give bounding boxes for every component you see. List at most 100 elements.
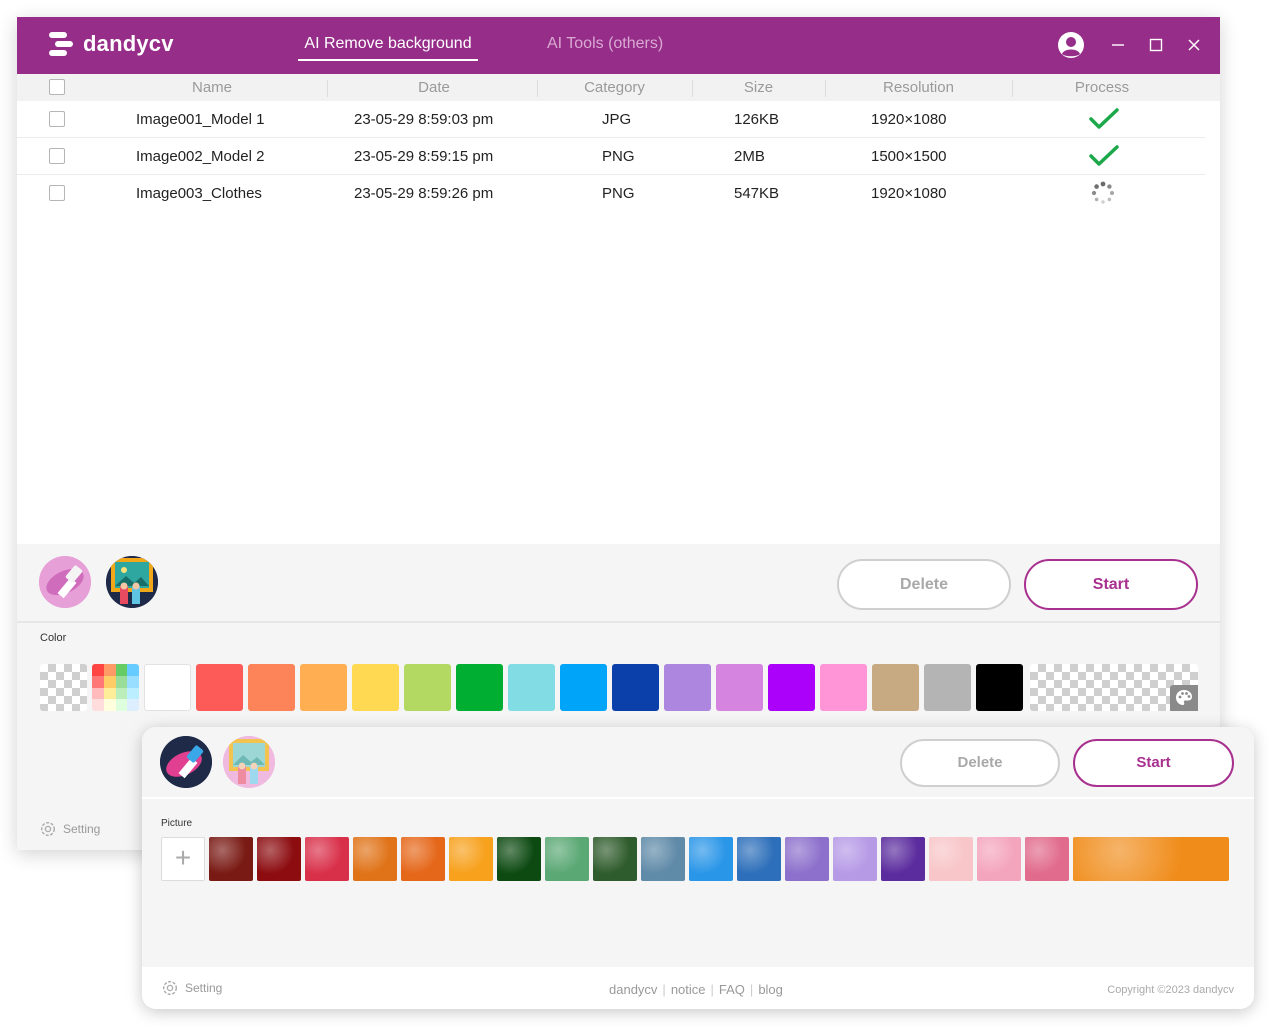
file-category: JPG [602, 111, 632, 128]
select-all-checkbox[interactable] [49, 79, 65, 95]
swatch-white[interactable] [144, 664, 191, 711]
swatch-pink[interactable] [820, 664, 867, 711]
paint-brush-icon [39, 556, 91, 608]
picture-lavender-smoke[interactable] [833, 837, 877, 881]
picture-pink-blossom[interactable] [977, 837, 1021, 881]
swatch-black[interactable] [976, 664, 1023, 711]
picture-purple-bokeh[interactable] [785, 837, 829, 881]
row-checkbox[interactable] [49, 148, 65, 164]
footer-link-dandycv[interactable]: dandycv [604, 982, 662, 997]
picture-mode-icon[interactable] [223, 736, 275, 788]
swatch-red[interactable] [196, 664, 243, 711]
swatch-palette-grid[interactable] [92, 664, 139, 711]
column-resolution[interactable]: Resolution [825, 74, 1012, 101]
picture-dark-foliage[interactable] [497, 837, 541, 881]
swatch-orange[interactable] [300, 664, 347, 711]
account-icon[interactable] [1057, 31, 1085, 59]
table-row[interactable]: Image003_Clothes 23-05-29 8:59:26 pm PNG… [17, 175, 1205, 212]
swatch-tan[interactable] [872, 664, 919, 711]
swatch-sky-blue[interactable] [560, 664, 607, 711]
setting-label: Setting [185, 981, 223, 995]
picture-blue-water[interactable] [689, 837, 733, 881]
file-size: 547KB [734, 185, 780, 202]
footer-link-notice[interactable]: notice [666, 982, 711, 997]
table-row[interactable]: Image001_Model 1 23-05-29 8:59:03 pm JPG… [17, 101, 1205, 138]
picture-pink-petals[interactable] [929, 837, 973, 881]
picture-orange-gradient[interactable] [449, 837, 493, 881]
file-date: 23-05-29 8:59:15 pm [354, 148, 494, 165]
row-checkbox[interactable] [49, 111, 65, 127]
color-label: Color [40, 632, 67, 644]
swatch-lavender[interactable] [664, 664, 711, 711]
picture-green-leaves[interactable] [545, 837, 589, 881]
picture-purple-flowers[interactable] [881, 837, 925, 881]
setting-link[interactable]: Setting [39, 820, 100, 838]
column-process[interactable]: Process [1012, 74, 1192, 101]
gear-icon [162, 980, 178, 996]
swatch-light-green[interactable] [404, 664, 451, 711]
start-button[interactable]: Start [1024, 559, 1198, 610]
color-mode-icon[interactable] [39, 556, 91, 608]
picture-red-flowers[interactable] [305, 837, 349, 881]
file-name: Image003_Clothes [136, 185, 262, 202]
picture-red-fabric[interactable] [257, 837, 301, 881]
swatch-violet[interactable] [768, 664, 815, 711]
footer-link-blog[interactable]: blog [753, 982, 788, 997]
footer-links: dandycv | notice | FAQ | blog [604, 982, 788, 997]
column-date[interactable]: Date [334, 74, 534, 101]
picture-oranges-stack[interactable] [353, 837, 397, 881]
picture-blue-building[interactable] [737, 837, 781, 881]
delete-button[interactable]: Delete [900, 739, 1060, 787]
dandycv-logo-icon [49, 32, 73, 56]
file-resolution: 1920×1080 [871, 111, 947, 128]
start-button[interactable]: Start [1073, 739, 1234, 787]
paint-brush-icon [160, 736, 212, 788]
swatch-gray[interactable] [924, 664, 971, 711]
palette-icon[interactable] [1170, 685, 1198, 711]
picture-red-leaves[interactable] [209, 837, 253, 881]
swatch-aqua[interactable] [508, 664, 555, 711]
picture-sky-clouds[interactable] [641, 837, 685, 881]
loading-spinner-icon [1091, 181, 1114, 204]
swatch-coral[interactable] [248, 664, 295, 711]
tab-ai-remove-background[interactable]: AI Remove background [298, 35, 478, 61]
swatch-transparent[interactable] [40, 664, 87, 711]
picture-mode-icon[interactable] [106, 556, 158, 608]
color-mode-icon[interactable] [160, 736, 212, 788]
custom-color-picker[interactable] [1030, 664, 1198, 711]
close-icon[interactable] [1180, 31, 1208, 59]
footer-link-faq[interactable]: FAQ [714, 982, 750, 997]
maximize-icon[interactable] [1142, 31, 1170, 59]
table-row[interactable]: Image002_Model 2 23-05-29 8:59:15 pm PNG… [17, 138, 1205, 175]
gear-icon [40, 821, 56, 837]
swatch-navy[interactable] [612, 664, 659, 711]
minimize-icon[interactable] [1104, 31, 1132, 59]
swatch-yellow[interactable] [352, 664, 399, 711]
picture-label: Picture [161, 818, 193, 829]
column-size[interactable]: Size [692, 74, 825, 101]
add-picture-button[interactable]: + [161, 837, 205, 881]
setting-link[interactable]: Setting [161, 979, 222, 997]
copyright: Copyright ©2023 dandycv [1107, 984, 1234, 996]
picture-mode-window: Delete Start Picture + Setting dandycv | … [142, 727, 1254, 1009]
column-category[interactable]: Category [537, 74, 692, 101]
picture-frame-icon [106, 556, 158, 608]
row-checkbox[interactable] [49, 185, 65, 201]
picture-orange-stripes[interactable] [401, 837, 445, 881]
table-header: Name Date Category Size Resolution Proce… [17, 74, 1220, 101]
file-category: PNG [602, 185, 635, 202]
picture-oranges-wide[interactable] [1073, 837, 1229, 881]
picture-palm-leaves[interactable] [593, 837, 637, 881]
file-name: Image002_Model 2 [136, 148, 265, 165]
check-icon [1089, 145, 1119, 166]
footer: Setting dandycv | notice | FAQ | blog Copyr… [142, 967, 1254, 1009]
picture-pink-rose[interactable] [1025, 837, 1069, 881]
file-size: 2MB [734, 148, 765, 165]
column-name[interactable]: Name [112, 74, 312, 101]
file-resolution: 1500×1500 [871, 148, 947, 165]
title-bar: dandycv AI Remove background AI Tools (o… [17, 17, 1220, 74]
swatch-green[interactable] [456, 664, 503, 711]
tab-ai-tools-others[interactable]: AI Tools (others) [547, 35, 663, 61]
swatch-orchid[interactable] [716, 664, 763, 711]
delete-button[interactable]: Delete [837, 559, 1011, 610]
